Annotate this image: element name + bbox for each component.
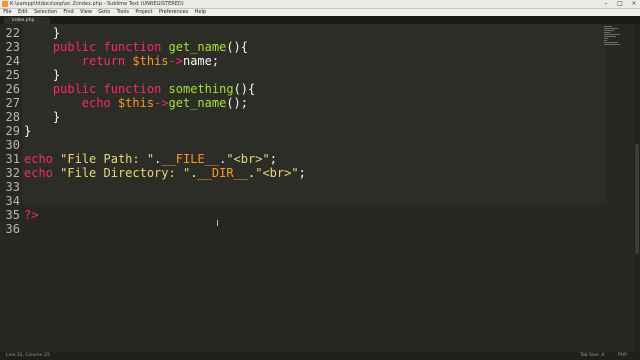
title-bar: K:\xampp\htdocs\oop\ec 2\index.php - Sub… xyxy=(0,0,640,9)
menu-selection[interactable]: Selection xyxy=(31,9,60,16)
mouse-cursor-icon xyxy=(217,220,218,226)
code-editor[interactable]: 22 23 24 25 26 27 28 29 30 31 32 33 34 3… xyxy=(0,24,640,352)
line-number: 28 xyxy=(5,110,20,124)
line-number: 23 xyxy=(5,40,20,54)
code-line: echo $this->get_name(); xyxy=(81,96,248,110)
status-bar: Line 32, Column 25 Tab Size: 4 PHP xyxy=(0,352,640,360)
minimap-line xyxy=(604,38,608,39)
line-number: 29 xyxy=(5,124,20,138)
menu-find[interactable]: Find xyxy=(60,9,77,16)
line-number: 30 xyxy=(5,138,20,152)
sublime-app-icon xyxy=(2,1,8,7)
tab-index-php[interactable]: index.php xyxy=(4,17,50,24)
menu-project[interactable]: Project xyxy=(132,9,155,16)
syntax-setting[interactable]: PHP xyxy=(618,352,627,360)
tab-bar: index.php xyxy=(0,16,640,24)
code-line: } xyxy=(24,68,61,82)
vertical-scrollbar[interactable] xyxy=(634,24,640,352)
line-number: 25 xyxy=(5,68,20,82)
minimap-line xyxy=(604,36,616,37)
line-number: 36 xyxy=(5,222,20,236)
minimap[interactable] xyxy=(604,26,624,66)
minimap-line xyxy=(604,26,612,27)
maximize-button[interactable]: □ xyxy=(616,1,624,7)
code-line: } xyxy=(24,26,61,40)
minimap-line xyxy=(604,44,620,45)
menu-tools[interactable]: Tools xyxy=(113,9,132,16)
menu-preferences[interactable]: Preferences xyxy=(156,9,192,16)
minimize-button[interactable]: – xyxy=(602,1,610,7)
minimap-line xyxy=(604,34,620,35)
menu-help[interactable]: Help xyxy=(191,9,209,16)
line-number: 31 xyxy=(5,152,20,166)
code-line: return $this->name; xyxy=(81,54,220,68)
minimap-line xyxy=(604,30,614,31)
menu-file[interactable]: File xyxy=(0,9,15,16)
code-line: echo "File Path: ".__FILE__."<br>"; xyxy=(24,152,277,166)
code-line: echo "File Directory: ".__DIR__."<br>"; xyxy=(24,166,306,180)
minimap-line xyxy=(604,42,618,43)
menu-view[interactable]: View xyxy=(77,9,95,16)
code-line: public function get_name(){ xyxy=(52,40,249,54)
tab-label: index.php xyxy=(12,18,35,23)
line-number: 33 xyxy=(5,180,20,194)
line-number: 27 xyxy=(5,96,20,110)
menu-goto[interactable]: Goto xyxy=(95,9,113,16)
line-number: 35 xyxy=(5,208,20,222)
sublime-window: K:\xampp\htdocs\oop\ec 2\index.php - Sub… xyxy=(0,0,640,360)
line-number: 32 xyxy=(5,166,20,180)
menu-edit[interactable]: Edit xyxy=(15,9,31,16)
code-line: ?> xyxy=(24,208,39,222)
minimap-line xyxy=(604,40,607,41)
line-number: 24 xyxy=(5,54,20,68)
tab-size-setting[interactable]: Tab Size: 4 xyxy=(580,352,604,360)
line-number: 26 xyxy=(5,82,20,96)
window-controls: – □ × xyxy=(602,1,638,7)
minimap-line xyxy=(604,32,610,33)
menu-bar: File Edit Selection Find View Goto Tools… xyxy=(0,9,640,16)
minimap-line xyxy=(604,28,618,29)
cursor-position: Line 32, Column 25 xyxy=(6,353,50,358)
scrollbar-thumb[interactable] xyxy=(635,144,639,254)
code-line: } xyxy=(24,110,61,124)
code-line: } xyxy=(24,124,32,138)
line-number: 22 xyxy=(5,26,20,40)
line-number: 34 xyxy=(5,194,20,208)
close-button[interactable]: × xyxy=(630,1,638,7)
window-title: K:\xampp\htdocs\oop\ec 2\index.php - Sub… xyxy=(10,1,184,7)
code-line: public function something(){ xyxy=(52,82,256,96)
